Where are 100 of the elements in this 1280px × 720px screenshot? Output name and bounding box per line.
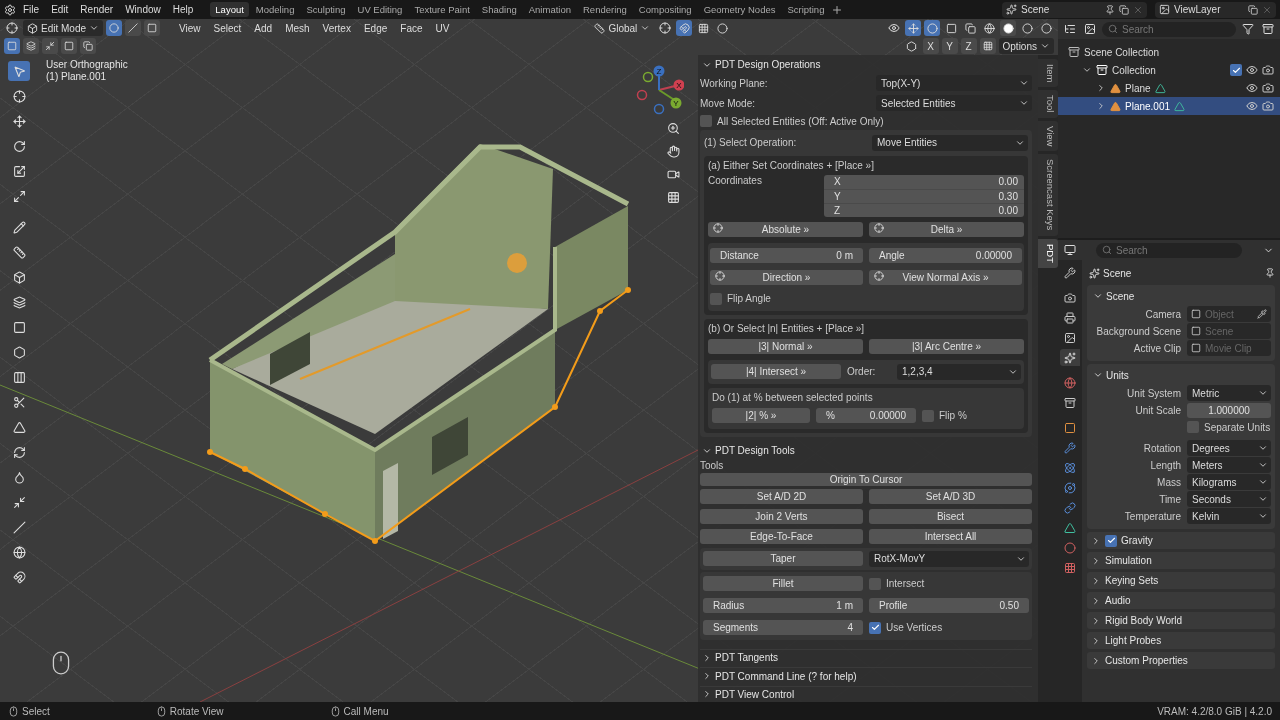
select-box-icon[interactable]	[8, 61, 30, 81]
menu-item[interactable]: Vertex	[317, 22, 356, 34]
menu-item[interactable]: Edge	[358, 22, 393, 34]
workspace-tab[interactable]: Texture Paint	[409, 2, 475, 17]
options-dropdown[interactable]: Options	[998, 38, 1054, 54]
menu-item[interactable]: Face	[395, 22, 428, 34]
face-select-icon[interactable]	[144, 20, 161, 36]
workspace-tab[interactable]: Compositing	[633, 2, 697, 17]
sidebar-tab[interactable]: PDT	[1038, 238, 1058, 268]
radius-field[interactable]: Radius 1 m	[703, 598, 863, 614]
checkbox[interactable]	[700, 115, 712, 128]
axis-toggle[interactable]: Z	[960, 38, 977, 54]
menu-item[interactable]: Edit	[46, 4, 74, 15]
profile-field[interactable]: Profile 0.50	[869, 598, 1029, 614]
new-collection-icon[interactable]	[1260, 21, 1276, 37]
view-layer-selector[interactable]: ViewLayer	[1155, 1, 1276, 18]
outliner-row[interactable]: Plane	[1058, 79, 1280, 97]
fillet-button[interactable]: Fillet	[703, 576, 863, 592]
direction-button[interactable]: Direction »	[710, 270, 863, 286]
menu-item[interactable]: View	[174, 22, 206, 34]
menu-item[interactable]: Add	[249, 22, 278, 34]
vertex-select-icon[interactable]	[106, 20, 123, 36]
wireframe-shading-icon[interactable]	[981, 20, 997, 36]
percent-field[interactable]: % 0.00000	[816, 408, 916, 424]
dropdown[interactable]: Degrees	[1187, 440, 1271, 456]
workspace-tab[interactable]: UV Editing	[352, 2, 408, 17]
search-field[interactable]: Search	[1102, 21, 1236, 37]
subtract-selection-icon[interactable]	[42, 38, 58, 54]
workspace-tab[interactable]: Shading	[476, 2, 522, 17]
outliner-item-label[interactable]: Plane.001	[1125, 100, 1171, 112]
solid-shading-icon[interactable]	[1000, 20, 1016, 36]
menu-item[interactable]: Render	[75, 4, 119, 15]
workspace-tab[interactable]: Sculpting	[301, 2, 351, 17]
unit-scale-field[interactable]: 1.000000	[1187, 402, 1271, 418]
new-selection-icon[interactable]	[4, 38, 20, 54]
material-shading-icon[interactable]	[1019, 20, 1035, 36]
tool-button[interactable]: Join 2 Verts	[700, 509, 863, 525]
edge-select-icon[interactable]	[125, 20, 142, 36]
menu-item[interactable]: UV	[430, 22, 455, 34]
segments-field[interactable]: Segments 4	[703, 620, 863, 636]
sidebar-tab[interactable]: Item	[1038, 59, 1058, 88]
checkbox[interactable]	[1187, 421, 1199, 433]
tool-button[interactable]: Intersect All	[869, 529, 1032, 545]
intersect-button[interactable]: |4| Intersect »	[711, 364, 841, 380]
checkbox[interactable]	[869, 622, 881, 634]
pin-icon[interactable]	[1265, 268, 1275, 278]
tool-button[interactable]: Edge-To-Face	[700, 529, 863, 545]
filter-view-icon[interactable]	[1082, 21, 1098, 37]
workspace-tab[interactable]: Animation	[523, 2, 576, 17]
outliner-item-label[interactable]: Collection	[1112, 64, 1156, 76]
normal-button[interactable]: |3| Normal »	[708, 339, 863, 355]
camera-icon[interactable]	[1262, 100, 1274, 112]
taper-button[interactable]: Taper	[703, 551, 863, 567]
dropdown[interactable]: Meters	[1187, 457, 1271, 473]
dropdown[interactable]: Kelvin	[1187, 508, 1271, 524]
checkbox[interactable]	[1105, 534, 1117, 547]
sidebar-tab[interactable]: Screencast Keys	[1038, 154, 1058, 236]
eye-icon[interactable]	[1246, 82, 1258, 94]
dropdown[interactable]: Selected Entities	[876, 95, 1032, 112]
menu-item[interactable]: Mesh	[280, 22, 315, 34]
outliner-item-label[interactable]: Plane	[1125, 82, 1151, 94]
extend-selection-icon[interactable]	[23, 38, 39, 54]
menu-item[interactable]: Select	[208, 22, 247, 34]
menu-item[interactable]: File	[18, 4, 45, 15]
checkbox[interactable]	[869, 578, 881, 590]
distance-field[interactable]: Distance 0 m	[710, 248, 863, 264]
axis-toggle[interactable]: X	[922, 38, 939, 54]
origin-to-cursor-button[interactable]: Origin To Cursor	[700, 473, 1032, 486]
camera-icon[interactable]	[1262, 64, 1274, 76]
tool-button[interactable]: Set A/D 2D	[700, 489, 863, 505]
eye-icon[interactable]	[1246, 100, 1258, 112]
axis-toggle[interactable]: Y	[941, 38, 958, 54]
dropdown[interactable]: Move Entities	[872, 134, 1028, 151]
tool-button[interactable]: Bisect	[869, 509, 1032, 525]
workspace-tab[interactable]: Modeling	[250, 2, 300, 17]
dropdown[interactable]: Top(X-Y)	[876, 75, 1032, 92]
workspace-tab[interactable]: Geometry Nodes	[698, 2, 781, 17]
render-shading-icon[interactable]	[1038, 20, 1054, 36]
xray-icon[interactable]	[962, 20, 978, 36]
outliner-item-label[interactable]: Scene Collection	[1084, 46, 1160, 58]
filter-icon[interactable]	[1240, 21, 1256, 37]
auto-merge-icon[interactable]	[979, 38, 996, 54]
percent-button[interactable]: |2| % »	[712, 408, 810, 424]
exclude-checkbox[interactable]	[1230, 64, 1242, 76]
dropdown[interactable]: Seconds	[1187, 491, 1271, 507]
dropdown[interactable]: Metric	[1187, 385, 1271, 401]
dropdown[interactable]: 1,2,3,4	[897, 363, 1021, 380]
workspace-tab[interactable]: Scripting	[782, 2, 830, 17]
delta-button[interactable]: Delta »	[869, 222, 1024, 238]
arc-centre-button[interactable]: |3| Arc Centre »	[869, 339, 1024, 355]
invert-selection-icon[interactable]	[61, 38, 77, 54]
scene-selector[interactable]: Scene	[1002, 1, 1147, 18]
pivot-icon[interactable]	[657, 20, 674, 36]
snap-icon[interactable]	[676, 20, 693, 36]
workspace-tab[interactable]: Rendering	[578, 2, 632, 17]
scene-icon[interactable]	[1060, 349, 1080, 366]
outliner-row[interactable]: Plane.001	[1058, 97, 1280, 115]
menu-item[interactable]: Help	[167, 4, 199, 15]
tool-button[interactable]: Set A/D 3D	[869, 489, 1032, 505]
gizmo-icon[interactable]	[905, 20, 921, 36]
